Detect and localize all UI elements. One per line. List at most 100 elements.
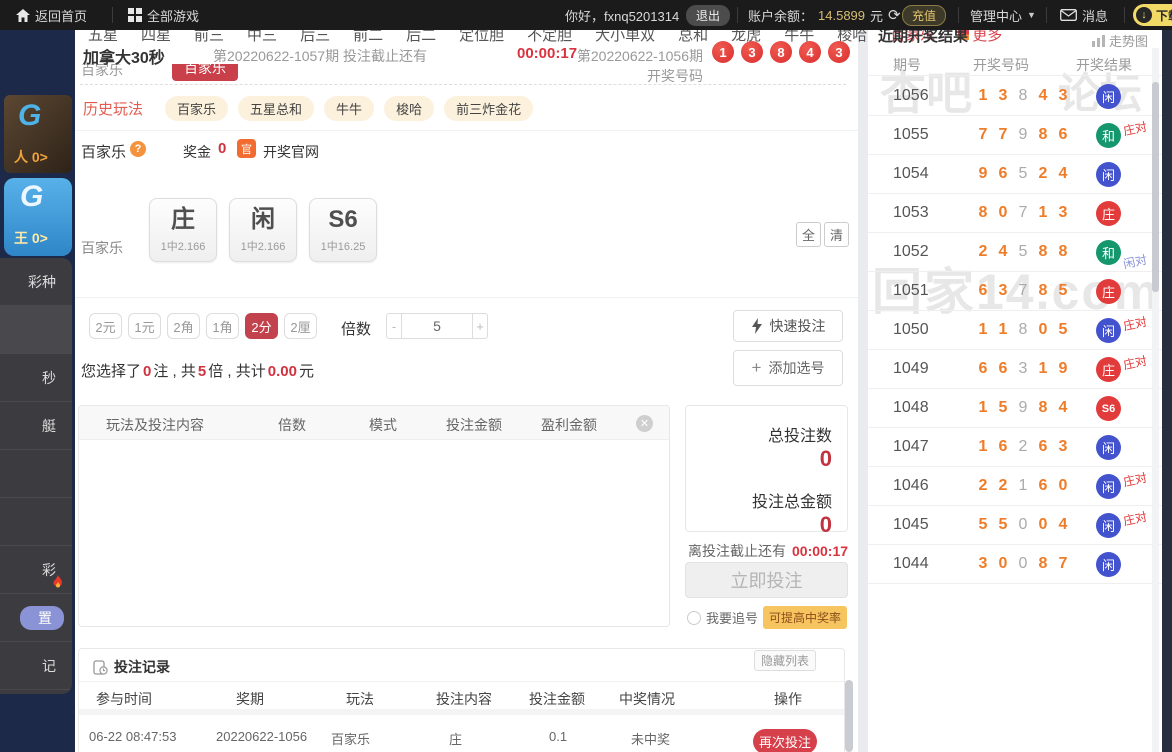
history-tab-百家乐[interactable]: 百家乐 bbox=[165, 95, 229, 121]
sidebar-item[interactable] bbox=[0, 306, 72, 354]
amount-unit-2分[interactable]: 2分 bbox=[245, 313, 278, 339]
bet-option-庄[interactable]: 庄 1中2.166 bbox=[149, 198, 217, 262]
trend-link[interactable]: 走势图 bbox=[1091, 31, 1148, 50]
history-tab-梭哈[interactable]: 梭哈 bbox=[384, 95, 435, 121]
hide-list-button[interactable]: 隐藏列表 bbox=[754, 650, 816, 671]
amount-unit-2角[interactable]: 2角 bbox=[167, 313, 200, 339]
number-ball: 3 bbox=[828, 41, 850, 63]
clear-button[interactable]: 清 bbox=[824, 222, 849, 247]
main-scrollbar[interactable] bbox=[845, 680, 853, 752]
official-site-link[interactable]: 开奖官网 bbox=[263, 142, 319, 162]
download-app-button[interactable]: ↓ 下载 bbox=[1133, 4, 1172, 26]
result-badge: 闲 bbox=[1096, 162, 1121, 187]
sidebar-item-秒[interactable]: 秒 bbox=[0, 354, 72, 402]
result-digit: 0 bbox=[1018, 555, 1028, 572]
result-issue: 1047 bbox=[893, 438, 929, 455]
lottery-header: 加拿大30秒 第20220622-1057期 投注截止还有 00:00:17 第… bbox=[75, 41, 858, 84]
sidebar-item[interactable] bbox=[0, 450, 72, 498]
multiplier-label: 倍数 bbox=[341, 321, 372, 338]
close-icon[interactable]: ✕ bbox=[636, 415, 653, 432]
result-issue: 1054 bbox=[893, 165, 929, 182]
history-play-tabs: 百家乐 五星总和 牛牛 梭哈 前三炸金花 bbox=[165, 95, 534, 121]
amount-unit-1角[interactable]: 1角 bbox=[206, 313, 239, 339]
amount-unit-2厘[interactable]: 2厘 bbox=[284, 313, 317, 339]
multiplier-minus-button[interactable]: - bbox=[386, 313, 401, 339]
result-row: 1050 1 1 8 0 5 闲庄对 bbox=[868, 311, 1162, 350]
result-digit: 1 bbox=[978, 87, 988, 104]
game-banner-1[interactable]: G 人 0> bbox=[4, 95, 72, 173]
result-digit: 6 bbox=[1038, 438, 1048, 455]
chevron-down-icon: ▼ bbox=[1027, 10, 1036, 20]
grid-icon bbox=[128, 8, 142, 22]
bet-option-S6[interactable]: S6 1中16.25 bbox=[309, 198, 377, 262]
left-sidebar: G 人 0> G 王 0> 彩种秒艇彩置记 bbox=[0, 0, 75, 752]
refresh-icon[interactable]: ⟳ bbox=[888, 6, 901, 24]
quick-bet-button[interactable]: 快速投注 bbox=[733, 310, 843, 342]
result-digit: 3 bbox=[1018, 360, 1028, 377]
result-digit: 6 bbox=[998, 360, 1008, 377]
bet-option-闲[interactable]: 闲 1中2.166 bbox=[229, 198, 297, 262]
col-header: 中奖情况 bbox=[619, 691, 675, 707]
bet-records-title-row: 投注记录 bbox=[93, 657, 170, 677]
result-digit: 4 bbox=[1058, 399, 1068, 416]
bet-option-odds: 1中2.166 bbox=[240, 241, 286, 253]
home-label: 返回首页 bbox=[35, 8, 88, 24]
home-link[interactable]: 返回首页 bbox=[16, 0, 87, 30]
admin-center-label: 管理中心 bbox=[970, 8, 1023, 24]
records-column-headers: 参与时间 奖期 玩法 投注内容 投注金额 中奖情况 操作 bbox=[79, 681, 844, 709]
history-tab-五星总和[interactable]: 五星总和 bbox=[238, 95, 315, 121]
bonus-value: 0 bbox=[218, 140, 227, 157]
result-digit: 4 bbox=[1058, 516, 1068, 533]
result-badge: 闲 bbox=[1096, 513, 1121, 538]
sidebar-item[interactable] bbox=[0, 498, 72, 546]
result-issue: 1053 bbox=[893, 204, 929, 221]
result-digit: 1 bbox=[978, 321, 988, 338]
sidebar-item-彩[interactable]: 彩 bbox=[0, 546, 72, 594]
select-all-button[interactable]: 全 bbox=[796, 222, 821, 247]
total-bets-value: 0 bbox=[819, 446, 832, 471]
sidebar-item-艇[interactable]: 艇 bbox=[0, 402, 72, 450]
banner-logo: G bbox=[18, 99, 42, 132]
result-digit: 6 bbox=[998, 438, 1008, 455]
result-digit: 5 bbox=[998, 399, 1008, 416]
result-badge: 闲 bbox=[1096, 474, 1121, 499]
result-badge: 闲 bbox=[1096, 318, 1121, 343]
sidebar-item-记[interactable]: 记 bbox=[0, 642, 72, 690]
recharge-button[interactable]: 充值 bbox=[902, 4, 947, 26]
messages-link[interactable]: 消息 bbox=[1060, 0, 1108, 30]
plus-icon: + bbox=[751, 358, 762, 377]
chase-label: 我要追号 bbox=[706, 611, 759, 626]
result-row: 1046 2 2 1 6 0 闲庄对 bbox=[868, 467, 1162, 506]
chase-radio[interactable] bbox=[687, 610, 701, 625]
sidebar-item-彩种[interactable]: 彩种 bbox=[0, 258, 72, 306]
result-digit: 2 bbox=[978, 243, 988, 260]
place-bet-button[interactable]: 立即投注 bbox=[685, 562, 848, 598]
add-selection-button[interactable]: + 添加选号 bbox=[733, 350, 843, 386]
result-badge: 庄 bbox=[1096, 201, 1121, 226]
rebet-button[interactable]: 再次投注 bbox=[753, 729, 817, 752]
results-scrollbar[interactable] bbox=[1152, 48, 1159, 752]
amount-unit-2元[interactable]: 2元 bbox=[89, 313, 122, 339]
multiplier-input[interactable] bbox=[401, 313, 473, 339]
sidebar-item-label: 秒 bbox=[42, 369, 56, 386]
scrollbar-thumb[interactable] bbox=[1152, 82, 1159, 292]
logout-button[interactable]: 退出 bbox=[686, 4, 731, 26]
history-tab-牛牛[interactable]: 牛牛 bbox=[324, 95, 375, 121]
result-digits: 80713 bbox=[973, 204, 1073, 222]
bet-option-odds: 1中16.25 bbox=[320, 241, 366, 253]
selected-total: 0.00 bbox=[267, 363, 297, 380]
help-icon[interactable]: ? bbox=[130, 141, 146, 157]
col-header: 开奖号码 bbox=[973, 57, 1029, 73]
dashed-divider bbox=[80, 84, 846, 85]
col-header: 玩法及投注内容 bbox=[106, 417, 204, 433]
result-badge: 庄 bbox=[1096, 279, 1121, 304]
sidebar-item-label: 记 bbox=[42, 657, 56, 674]
result-badge: 闲 bbox=[1096, 435, 1121, 460]
game-banner-2[interactable]: G 王 0> bbox=[4, 178, 72, 256]
amount-unit-1元[interactable]: 1元 bbox=[128, 313, 161, 339]
all-games-link[interactable]: 全部游戏 bbox=[128, 0, 199, 30]
multiplier-plus-button[interactable]: + bbox=[473, 313, 488, 339]
sidebar-item-置[interactable]: 置 bbox=[0, 594, 72, 642]
admin-center-menu[interactable]: 管理中心 ▼ bbox=[970, 0, 1036, 30]
history-tab-前三炸金花[interactable]: 前三炸金花 bbox=[444, 95, 534, 121]
